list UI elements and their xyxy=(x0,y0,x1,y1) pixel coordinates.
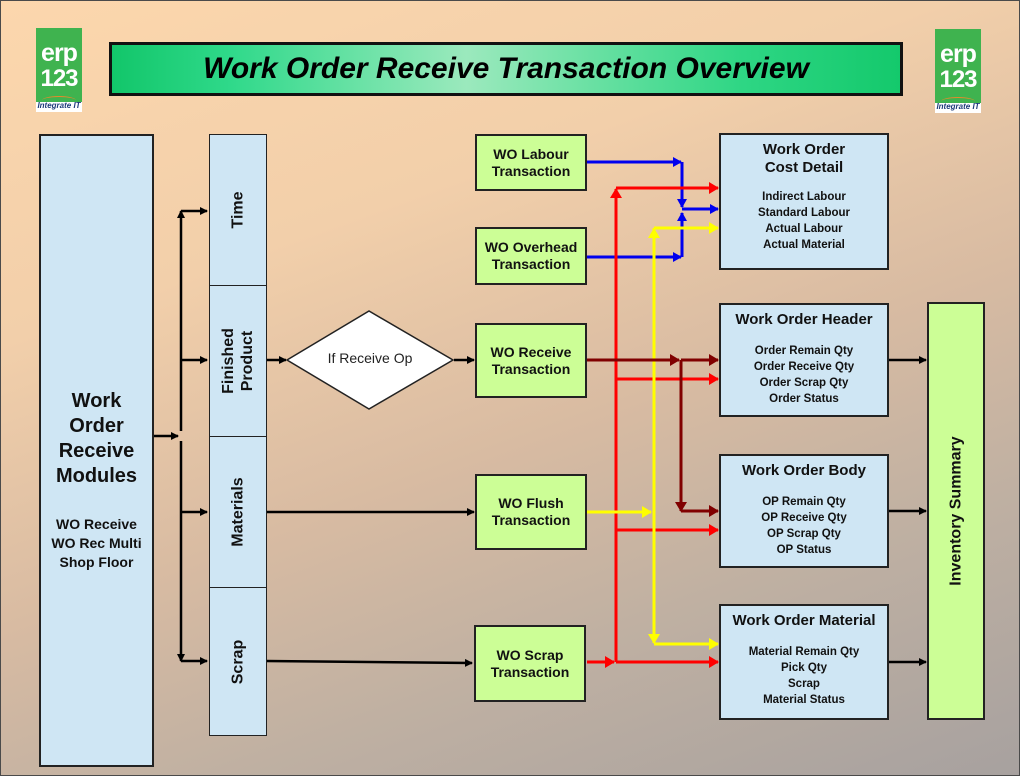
wo-labour-transaction: WO Labour Transaction xyxy=(475,134,587,191)
body-fields: OP Remain Qty OP Receive Qty OP Scrap Qty O… xyxy=(761,496,847,556)
wo-flush-transaction: WO Flush Transaction xyxy=(475,474,587,550)
material-fields: Material Remain Qty Pick Qty Scrap Material… xyxy=(748,646,860,706)
category-label: Materials xyxy=(229,477,247,547)
cost-detail-heading: Work Order Cost Detail xyxy=(762,141,846,176)
decision-label: If Receive Op xyxy=(327,350,413,366)
module-item: WO Rec Multi xyxy=(51,535,142,551)
work-order-header: Work Order Header Order Remain Qty Order … xyxy=(719,303,889,417)
modules-title: Work Order Receive Modules xyxy=(55,390,138,487)
body-heading: Work Order Body xyxy=(742,462,866,479)
diagram-canvas: erp 123 Integrate IT erp 123 Integrate I… xyxy=(0,0,1020,776)
category-label: Scrap xyxy=(229,639,247,684)
wo-receive-transaction: WO Receive Transaction xyxy=(475,323,587,398)
flush-flow-arrows xyxy=(587,222,719,650)
wo-overhead-transaction: WO Overhead Transaction xyxy=(475,227,587,285)
work-order-body: Work Order Body OP Remain Qty OP Receive … xyxy=(719,454,889,568)
work-order-receive-modules: Work Order Receive Modules WO Receive WO… xyxy=(39,134,154,767)
wo-scrap-transaction: WO Scrap Transaction xyxy=(474,625,586,702)
category-label: Finished Product xyxy=(220,328,256,394)
category-time: Time xyxy=(209,134,267,286)
category-finished-product: Finished Product xyxy=(209,285,267,437)
work-order-cost-detail: Work Order Cost Detail Indirect Labour Sta… xyxy=(719,133,889,270)
module-item: Shop Floor xyxy=(59,554,134,570)
inventory-summary: Inventory Summary xyxy=(927,302,985,720)
work-order-material: Work Order Material Material Remain Qty P… xyxy=(719,604,889,720)
module-item: WO Receive xyxy=(56,516,137,532)
header-heading: Work Order Header xyxy=(735,311,873,328)
cost-detail-fields: Indirect Labour Standard Labour Actual Lab… xyxy=(757,191,850,251)
modules-list: WO Receive WO Rec Multi Shop Floor xyxy=(51,515,141,572)
inventory-summary-label: Inventory Summary xyxy=(947,436,965,586)
header-fields: Order Remain Qty Order Receive Qty Order S… xyxy=(753,345,855,405)
material-heading: Work Order Material xyxy=(732,612,876,629)
category-label: Time xyxy=(229,191,247,229)
category-scrap: Scrap xyxy=(209,587,267,736)
category-materials: Materials xyxy=(209,436,267,588)
